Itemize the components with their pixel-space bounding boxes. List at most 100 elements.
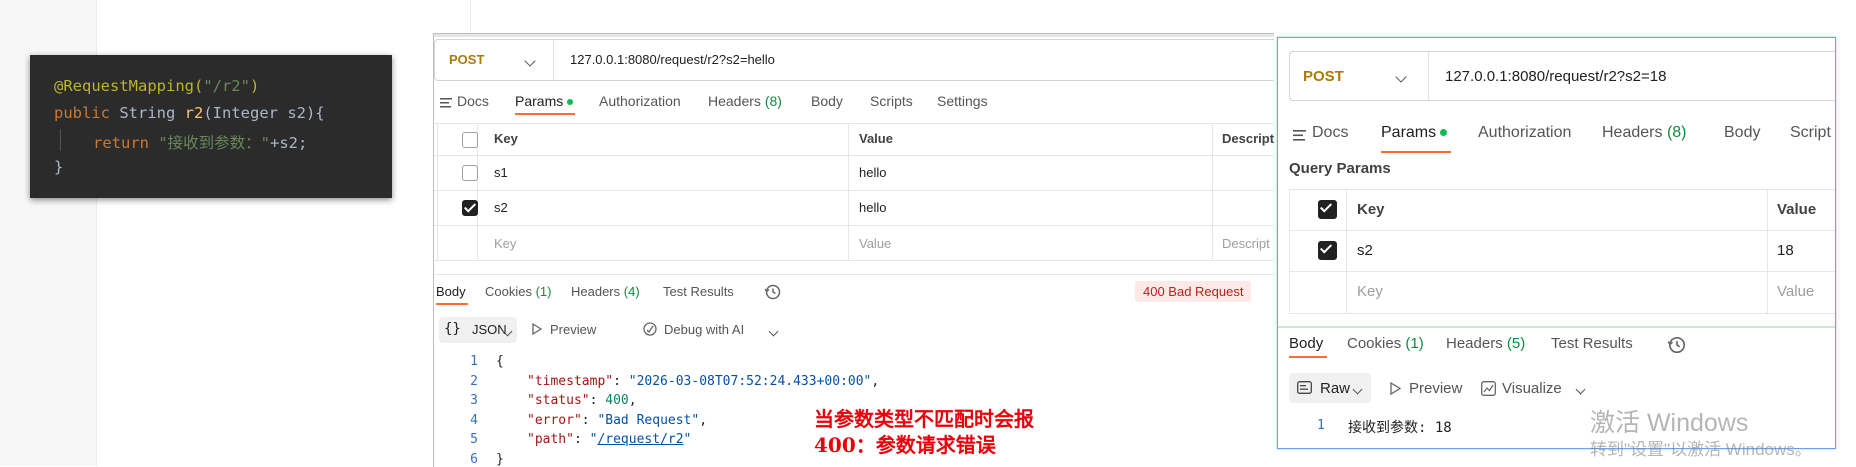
method-select[interactable]: POST <box>449 52 484 67</box>
param-key-cell[interactable]: s2 <box>494 200 508 215</box>
json-line: { <box>496 354 504 369</box>
format-select[interactable]: Raw <box>1289 373 1371 403</box>
visualize-button[interactable]: Visualize <box>1502 380 1562 397</box>
format-label: JSON <box>472 322 507 337</box>
keyword-token: return <box>93 134 149 152</box>
format-select[interactable]: {} JSON <box>439 317 517 343</box>
visualize-icon[interactable] <box>1481 381 1496 396</box>
new-key-input[interactable]: Key <box>494 236 516 251</box>
code-snippet-panel: @RequestMapping("/r2") public String r2(… <box>30 55 392 198</box>
history-icon[interactable] <box>764 283 782 301</box>
docs-icon[interactable] <box>1293 130 1306 141</box>
response-tab-body[interactable]: Body <box>1289 335 1323 352</box>
json-key: "path" <box>527 432 574 447</box>
param-key-cell[interactable]: s1 <box>494 165 508 180</box>
response-tab-test-results[interactable]: Test Results <box>663 284 734 299</box>
response-tab-cookies[interactable]: Cookies (1) <box>485 284 551 299</box>
raw-icon <box>1297 381 1312 394</box>
tab-authorization[interactable]: Authorization <box>599 93 681 109</box>
select-all-checkbox[interactable] <box>1318 200 1337 219</box>
preview-button[interactable]: Preview <box>1409 380 1462 397</box>
count-badge: (1) <box>1405 335 1424 352</box>
json-line: "error": "Bad Request", <box>527 413 708 428</box>
tab-authorization[interactable]: Authorization <box>1478 124 1571 142</box>
ai-icon[interactable] <box>642 321 658 337</box>
history-icon[interactable] <box>1667 335 1687 355</box>
json-line: "path": "/request/r2" <box>527 432 692 447</box>
preview-icon[interactable] <box>532 323 542 335</box>
line-number: 5 <box>470 432 478 447</box>
docs-icon[interactable] <box>440 98 452 108</box>
type-token: String <box>110 104 185 122</box>
tab-params[interactable]: Params <box>515 93 574 109</box>
tab-scripts[interactable]: Scripts <box>870 93 913 109</box>
section-divider <box>1278 326 1835 328</box>
tab-docs[interactable]: Docs <box>1312 124 1348 142</box>
row-divider <box>434 155 1274 156</box>
keyword-token: public <box>54 104 110 122</box>
postman-request-window-1: POST 127.0.0.1:8080/request/r2?s2=hello … <box>433 33 1274 467</box>
tab-body[interactable]: Body <box>811 93 843 109</box>
new-key-input[interactable]: Key <box>1357 283 1383 300</box>
url-input[interactable]: 127.0.0.1:8080/request/r2?s2=18 <box>1445 68 1666 85</box>
tab-label: Headers <box>708 93 761 109</box>
select-all-checkbox[interactable] <box>462 132 478 148</box>
debug-with-ai-button[interactable]: Debug with AI <box>664 322 744 337</box>
string-token: "接收到参数：" <box>158 134 271 152</box>
tab-docs[interactable]: Docs <box>457 93 489 109</box>
annotation-line: 400：参数请求错误 <box>814 433 996 457</box>
chevron-down-icon[interactable] <box>768 322 779 340</box>
tab-body[interactable]: Body <box>1724 124 1760 142</box>
count-badge: (8) <box>764 93 782 109</box>
row-divider <box>1289 189 1835 190</box>
url-bar: POST 127.0.0.1:8080/request/r2?s2=hello <box>434 39 1274 81</box>
row-checkbox-checked[interactable] <box>462 200 478 216</box>
response-tab-cookies[interactable]: Cookies (1) <box>1347 335 1424 352</box>
row-divider <box>1289 271 1835 272</box>
tab-settings[interactable]: Settings <box>937 93 988 109</box>
response-tab-test-results[interactable]: Test Results <box>1551 335 1633 352</box>
chevron-down-icon[interactable] <box>1575 380 1586 398</box>
new-value-input[interactable]: Value <box>1777 283 1814 300</box>
tab-scripts[interactable]: Script <box>1790 124 1831 142</box>
url-input[interactable]: 127.0.0.1:8080/request/r2?s2=hello <box>570 52 775 67</box>
line-number: 3 <box>470 393 478 408</box>
new-description-input[interactable]: Descript <box>1222 236 1270 251</box>
divider <box>1428 52 1429 100</box>
row-checkbox[interactable] <box>462 165 478 181</box>
code-line-1: @RequestMapping("/r2") <box>54 77 259 95</box>
row-divider <box>434 190 1274 191</box>
postman-request-window-2: POST 127.0.0.1:8080/request/r2?s2=18 Doc… <box>1277 37 1836 449</box>
new-value-input[interactable]: Value <box>859 236 891 251</box>
param-value-cell[interactable]: hello <box>859 165 886 180</box>
param-key-cell[interactable]: s2 <box>1357 242 1373 259</box>
col-divider <box>1289 189 1290 313</box>
chevron-down-icon <box>502 322 513 340</box>
preview-button[interactable]: Preview <box>550 322 596 337</box>
response-tab-headers[interactable]: Headers (5) <box>1446 335 1525 352</box>
line-number: 4 <box>470 413 478 428</box>
params-token: (Integer s2){ <box>203 104 325 122</box>
tab-params[interactable]: Params <box>1381 124 1448 142</box>
response-tab-body[interactable]: Body <box>436 284 466 299</box>
brace-token: } <box>54 158 64 176</box>
method-select[interactable]: POST <box>1303 68 1344 85</box>
line-number: 2 <box>470 374 478 389</box>
chevron-down-icon[interactable] <box>524 52 536 70</box>
response-tab-headers[interactable]: Headers (4) <box>571 284 640 299</box>
tab-headers[interactable]: Headers (8) <box>1602 124 1687 142</box>
param-value-cell[interactable]: 18 <box>1777 242 1794 259</box>
tab-label: Headers <box>571 284 621 299</box>
response-text: 接收到参数: 18 <box>1348 420 1452 436</box>
param-value-cell[interactable]: hello <box>859 200 886 215</box>
preview-icon[interactable] <box>1390 382 1401 395</box>
col-divider <box>1346 189 1347 313</box>
json-value: "2026-03-08T07:52:24.433+00:00" <box>628 374 872 389</box>
section-divider <box>434 274 1274 275</box>
tab-headers[interactable]: Headers (8) <box>708 93 782 109</box>
row-checkbox-checked[interactable] <box>1318 241 1337 260</box>
chevron-down-icon[interactable] <box>1395 68 1407 86</box>
json-line: "timestamp": "2026-03-08T07:52:24.433+00… <box>527 374 880 389</box>
json-link[interactable]: /request/r2 <box>597 432 683 447</box>
line-number: 1 <box>470 354 478 369</box>
